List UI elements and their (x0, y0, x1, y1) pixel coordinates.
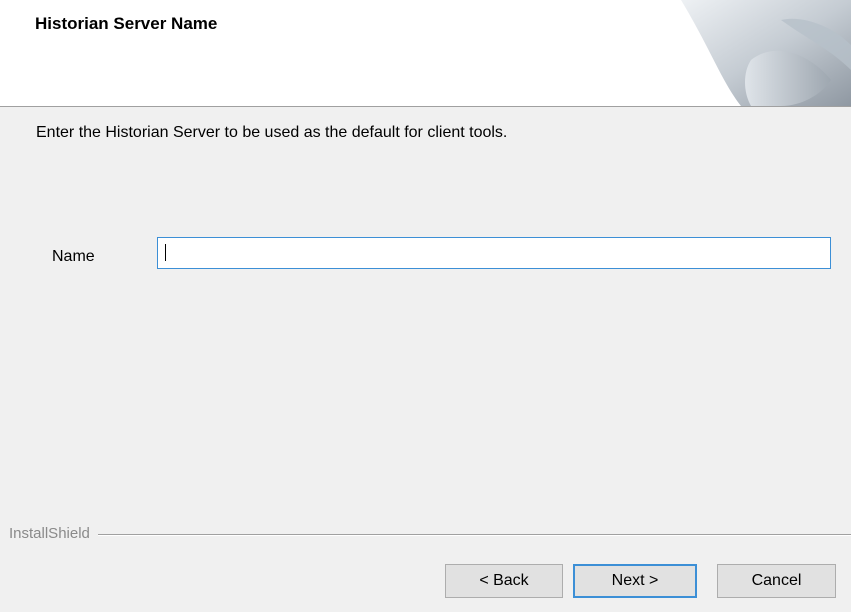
page-title: Historian Server Name (35, 14, 218, 33)
back-button[interactable]: < Back (445, 564, 563, 598)
back-button-label: < Back (479, 572, 529, 589)
text-caret (165, 244, 166, 261)
installshield-divider: InstallShield (0, 523, 851, 545)
divider-rule (9, 534, 851, 536)
name-label: Name (52, 248, 95, 265)
cancel-button[interactable]: Cancel (717, 564, 836, 598)
installshield-brand: InstallShield (9, 523, 98, 545)
instruction-text: Enter the Historian Server to be used as… (36, 124, 508, 141)
installer-dialog: Historian Server Name Enter the Historia… (0, 0, 851, 612)
dialog-header: Historian Server Name (0, 0, 851, 107)
next-button-label: Next > (611, 572, 659, 589)
page-curl-graphic (681, 0, 851, 106)
cancel-button-label: Cancel (751, 572, 802, 589)
next-button[interactable]: Next > (573, 564, 697, 598)
server-name-input[interactable] (157, 237, 831, 269)
